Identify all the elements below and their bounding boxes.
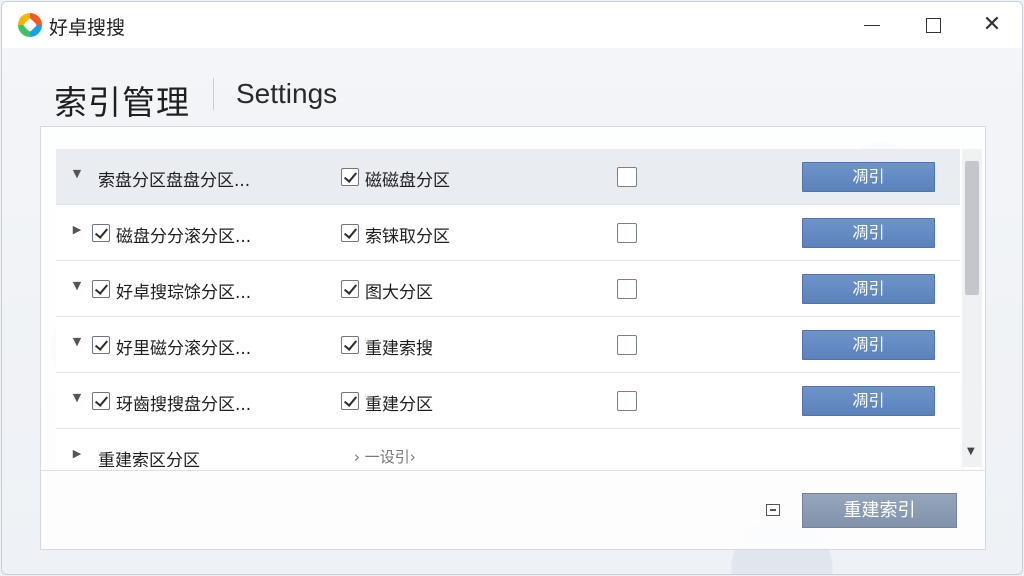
row-index-button[interactable]: 凋引 (802, 274, 935, 304)
triangle-down-icon[interactable]: ▼ (70, 335, 84, 348)
title-bar: 好卓搜搜 ✕ (2, 2, 1022, 48)
rebuild-index-button[interactable]: 重建索引 (802, 493, 957, 528)
page-title: 索引管理 (54, 83, 190, 122)
row-include-checkbox[interactable] (92, 224, 110, 242)
row-flag-checkbox[interactable] (617, 335, 637, 355)
row-option-checkbox[interactable] (341, 280, 359, 298)
minimize-icon (864, 24, 880, 26)
index-row[interactable]: ▶ 磁盘分分滚分区... 索铼取分区 凋引 (56, 205, 960, 261)
row-name-label: 磁盘分分滚分区... (116, 227, 252, 247)
triangle-right-icon[interactable]: ▶ (70, 447, 84, 460)
row-include-checkbox[interactable] (92, 392, 110, 410)
window-title: 好卓搜搜 (49, 17, 126, 39)
close-icon: ✕ (982, 12, 1002, 37)
close-button[interactable]: ✕ (972, 10, 1012, 40)
app-window: 好卓搜搜 ✕ 索引管理 Settings ▼ 索盘分区盘盘分区... 磁磁盘分区 凋引… (1, 1, 1023, 575)
row-name-label: 重建索区分区 (98, 451, 200, 467)
row-index-button[interactable]: 凋引 (802, 218, 935, 248)
row-option-checkbox[interactable] (341, 168, 359, 186)
index-row[interactable]: ▼ 玡齒搜搜盘分区... 重建分区 凋引 (56, 373, 960, 429)
app-logo-icon (18, 13, 42, 37)
title-divider (213, 78, 214, 110)
row-option-checkbox[interactable] (341, 224, 359, 242)
row-flag-checkbox[interactable] (617, 167, 637, 187)
triangle-right-icon[interactable]: ▶ (70, 223, 84, 236)
row-flag-checkbox[interactable] (617, 391, 637, 411)
row-option-label: 重建分区 (365, 395, 433, 415)
index-row[interactable]: ▼ 好里磁分滚分区... 重建索搜 凋引 (56, 317, 960, 373)
maximize-icon (925, 17, 941, 33)
row-option-label: 重建索搜 (365, 339, 433, 359)
scroll-down-icon[interactable]: ▼ (967, 446, 975, 457)
scrollbar-thumb[interactable] (965, 161, 979, 295)
triangle-down-icon[interactable]: ▼ (70, 391, 84, 404)
triangle-down-icon[interactable]: ▼ (70, 279, 84, 292)
vertical-scrollbar[interactable]: ▼ (962, 149, 982, 467)
panel-toggle-icon[interactable] (766, 504, 780, 516)
index-row[interactable]: ▼ 索盘分区盘盘分区... 磁磁盘分区 凋引 (56, 149, 960, 205)
index-row[interactable]: ▶ 重建索区分区 › 一设引› (56, 429, 960, 467)
minimize-button[interactable] (852, 10, 892, 40)
footer-divider (41, 470, 985, 471)
index-row[interactable]: ▼ 好卓搜琮馀分区... 图大分区 凋引 (56, 261, 960, 317)
row-option-label: 磁磁盘分区 (365, 171, 450, 191)
index-list: ▼ 索盘分区盘盘分区... 磁磁盘分区 凋引 ▶ 磁盘分分滚分区... 索铼取分区 凋引 ▼ 好卓… (56, 149, 960, 467)
row-name-label: 好里磁分滚分区... (116, 339, 252, 359)
row-include-checkbox[interactable] (92, 336, 110, 354)
row-option-checkbox[interactable] (341, 336, 359, 354)
row-name-label: 玡齒搜搜盘分区... (116, 395, 252, 415)
page-subtitle: Settings (236, 78, 338, 109)
row-name-label: 索盘分区盘盘分区... (98, 171, 251, 191)
row-option-label: 图大分区 (365, 283, 433, 303)
triangle-down-icon[interactable]: ▼ (70, 167, 84, 180)
row-option-checkbox[interactable] (341, 392, 359, 410)
row-index-button[interactable]: 凋引 (802, 386, 935, 416)
row-name-label: 好卓搜琮馀分区... (116, 283, 252, 303)
row-index-button[interactable]: 凋引 (802, 330, 935, 360)
maximize-button[interactable] (913, 10, 953, 40)
row-flag-checkbox[interactable] (617, 223, 637, 243)
row-include-checkbox[interactable] (92, 280, 110, 298)
row-hint-label: › 一设引› (354, 448, 416, 466)
row-option-label: 索铼取分区 (365, 227, 450, 247)
row-flag-checkbox[interactable] (617, 279, 637, 299)
row-index-button[interactable]: 凋引 (802, 162, 935, 192)
